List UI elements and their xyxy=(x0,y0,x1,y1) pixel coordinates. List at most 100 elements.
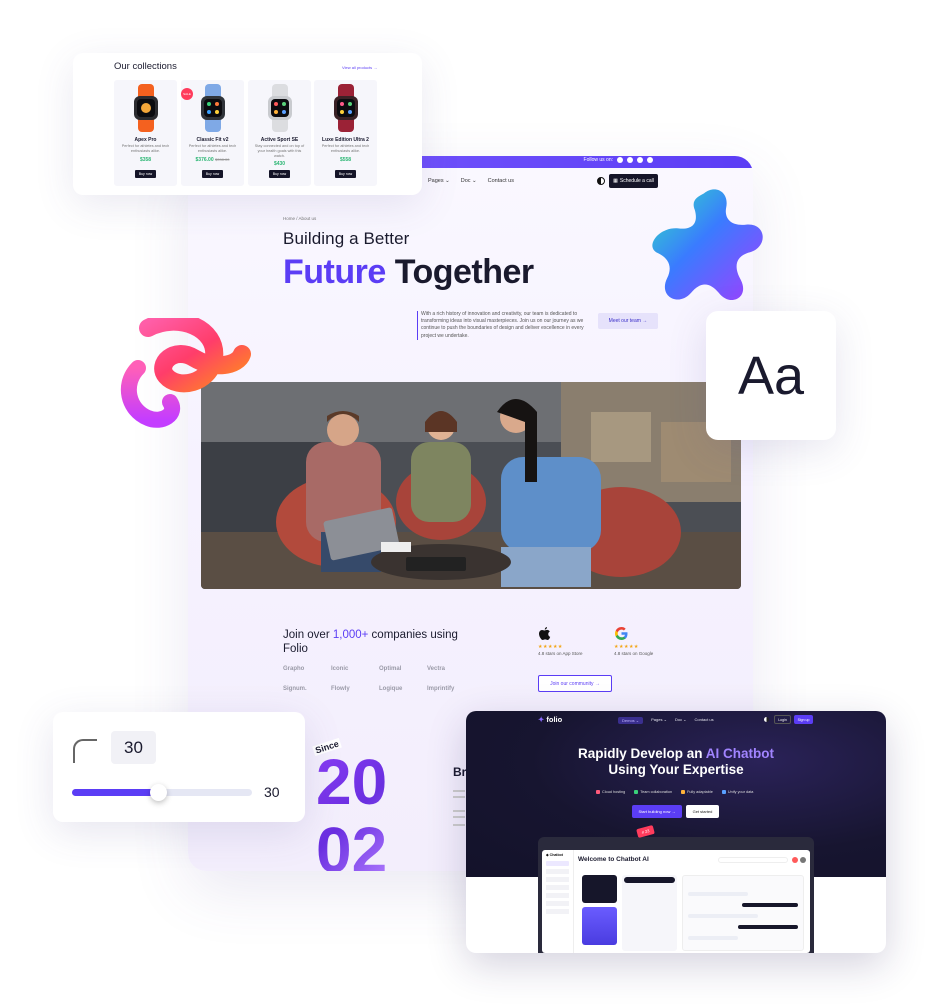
watch-image xyxy=(268,84,292,132)
product-card[interactable]: Luxe Edition Ultra 2 Perfect for athlete… xyxy=(314,80,377,186)
corner-radius-icon xyxy=(73,739,97,763)
chat-message xyxy=(688,892,748,896)
nav-pages[interactable]: Pages ⌄ xyxy=(651,717,667,724)
feature-item: Cloud hosting xyxy=(596,790,625,794)
radius-slider[interactable] xyxy=(72,784,252,801)
nav-pages[interactable]: Pages ⌄ xyxy=(428,178,450,184)
buy-now-button[interactable]: Buy now xyxy=(335,170,356,178)
radius-slider-handle[interactable] xyxy=(150,784,168,801)
upgrade-widget[interactable] xyxy=(582,907,617,945)
chatbot-app-screenshot: # 23 ◆ Chatbot Welcome to Chatbot AI xyxy=(538,824,814,953)
price: $358 xyxy=(139,157,152,163)
hero-heading-rest: Together xyxy=(385,253,534,291)
heading-part1: Rapidly Develop an xyxy=(577,746,706,761)
team-photo xyxy=(201,382,741,589)
sidebar-item[interactable] xyxy=(546,893,569,898)
app-welcome-title: Welcome to Chatbot AI xyxy=(578,856,649,863)
view-all-link[interactable]: View all products → xyxy=(342,65,377,70)
list-header xyxy=(624,877,675,883)
logo-grapho: Grapho xyxy=(283,666,305,672)
font-preview-card[interactable]: Aa xyxy=(706,311,836,440)
cloud-icon xyxy=(596,790,600,794)
swirl-decoration xyxy=(121,318,251,428)
calendar-icon: ▦ xyxy=(613,178,618,184)
rating-app-store: ★★★★★ 4.8 stars on App Store xyxy=(538,626,583,656)
facebook-icon[interactable] xyxy=(617,157,623,163)
hero-intro: With a rich history of innovation and cr… xyxy=(417,311,587,340)
logo-vectra: Vectra xyxy=(427,666,446,672)
radius-value-input[interactable]: 30 xyxy=(111,731,156,764)
logo-flowly: Flowly xyxy=(331,686,350,692)
join-community-button[interactable]: Join our community → xyxy=(538,675,612,692)
feature-label: Fully adaptable xyxy=(687,790,713,794)
apple-icon xyxy=(539,627,551,640)
buy-now-button[interactable]: Buy now xyxy=(135,170,156,178)
nav-contact[interactable]: Contact us xyxy=(488,178,514,184)
rating-stars: ★★★★★ xyxy=(614,644,639,650)
login-button[interactable]: Login xyxy=(774,715,791,724)
logo-mark-icon: ✦ xyxy=(538,715,545,724)
avatar[interactable] xyxy=(800,857,806,863)
sidebar-item[interactable] xyxy=(546,861,569,866)
sidebar-item[interactable] xyxy=(546,909,569,914)
chat-message xyxy=(688,914,758,918)
theme-toggle-icon[interactable] xyxy=(764,717,769,722)
collections-title: Our collections xyxy=(114,61,177,72)
product-name: Apex Pro xyxy=(134,137,157,143)
feature-item: Team collaboration xyxy=(634,790,672,794)
app-logo-text: Chatbot xyxy=(549,853,563,857)
star-blob-decoration xyxy=(652,189,763,301)
x-icon[interactable] xyxy=(637,157,643,163)
chat-message xyxy=(738,925,798,929)
nav-doc[interactable]: Doc ⌄ xyxy=(675,717,687,724)
signup-button[interactable]: Sign up xyxy=(794,715,813,724)
nav-doc[interactable]: Doc ⌄ xyxy=(461,178,477,184)
bulb-icon xyxy=(681,790,686,794)
breadcrumb[interactable]: Home / About us xyxy=(283,216,316,221)
logo-optimal: Optimal xyxy=(379,666,402,672)
product-card[interactable]: Active Sport SE Stay connected and on to… xyxy=(248,80,311,186)
stats-widget xyxy=(582,875,617,903)
heading-accent: AI Chatbot xyxy=(705,746,775,761)
sidebar-item[interactable] xyxy=(546,885,569,890)
meet-team-button[interactable]: Meet our team → xyxy=(598,313,658,329)
start-building-button[interactable]: Start building now → xyxy=(632,805,682,818)
app-search-input[interactable] xyxy=(718,857,788,863)
radius-readout: 30 xyxy=(264,784,280,800)
product-description: Perfect for athletes and tech enthusiast… xyxy=(121,144,170,153)
nav-demos[interactable]: Demos ⌄ xyxy=(618,717,644,724)
rating-label: 4.8 stars on Google xyxy=(614,651,654,656)
rating-label: 4.8 stars on App Store xyxy=(538,651,583,656)
buy-now-button[interactable]: Buy now xyxy=(202,170,223,178)
theme-toggle-icon[interactable] xyxy=(597,177,605,185)
schedule-call-button[interactable]: ▦ Schedule a call xyxy=(609,174,658,188)
old-price: $398.00 xyxy=(215,157,230,162)
logo-logique: Logique xyxy=(379,686,403,692)
site-nav: Pages ⌄ Doc ⌄ Contact us xyxy=(428,178,514,184)
company-logos: Grapho Iconic Optimal Vectra Signum. Flo… xyxy=(283,666,475,692)
app-logo: ◆ Chatbot xyxy=(546,853,563,857)
get-started-button[interactable]: Get started xyxy=(686,805,719,818)
linkedin-icon[interactable] xyxy=(647,157,653,163)
product-price: $430 xyxy=(248,161,311,167)
product-card[interactable]: SALE Classic Fit v2 Perfect for athletes… xyxy=(181,80,244,186)
folio-logo[interactable]: ✦ folio xyxy=(538,715,562,724)
product-price: $358 xyxy=(114,157,177,163)
chat-message xyxy=(688,936,738,940)
hero-heading-line1: Building a Better xyxy=(283,229,410,248)
chat-message xyxy=(742,903,798,907)
radius-slider-fill xyxy=(72,789,159,796)
product-price: $558 xyxy=(314,157,377,163)
nav-contact[interactable]: Contact us xyxy=(695,717,714,724)
product-card[interactable]: Apex Pro Perfect for athletes and tech e… xyxy=(114,80,177,186)
sidebar-item[interactable] xyxy=(546,877,569,882)
sidebar-item[interactable] xyxy=(546,869,569,874)
feature-label: Cloud hosting xyxy=(602,790,626,794)
instagram-icon[interactable] xyxy=(627,157,633,163)
year-bottom: 02 xyxy=(316,814,388,871)
buy-now-button[interactable]: Buy now xyxy=(269,170,290,178)
notification-icon[interactable] xyxy=(792,857,798,863)
schedule-call-label: Schedule a call xyxy=(619,178,654,184)
sidebar-item[interactable] xyxy=(546,901,569,906)
year-top: 20 xyxy=(316,746,388,818)
